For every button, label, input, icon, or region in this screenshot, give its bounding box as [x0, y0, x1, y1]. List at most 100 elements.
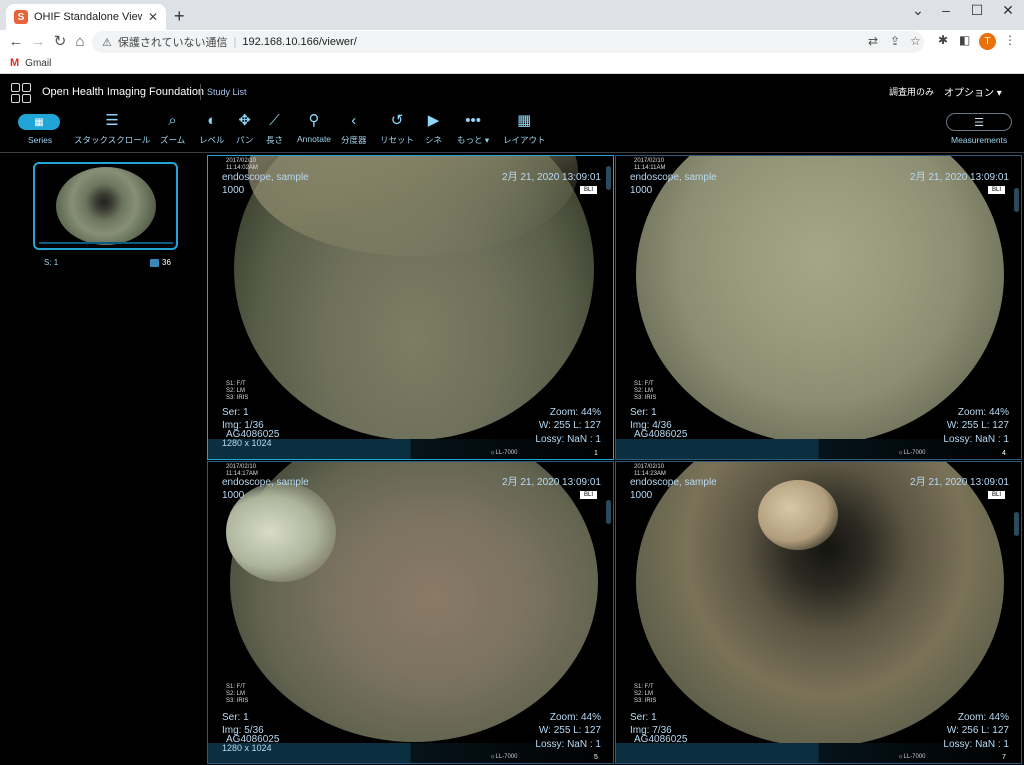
bli-badge: BLI [579, 186, 597, 194]
viewport-scrollbar[interactable] [606, 500, 611, 524]
viewport-1[interactable]: 2017/02/10 11:14:02AM endoscope, sample … [207, 155, 614, 460]
tool-label: 分度器 [341, 135, 367, 145]
series-info: Ser: 1 [630, 407, 657, 418]
forward-icon[interactable]: → [28, 32, 48, 52]
left-code-1: S1: F/T [226, 381, 246, 387]
viewport-3[interactable]: 2017/02/10 11:14:17AM endoscope, sample … [207, 461, 614, 764]
ohif-logo-icon[interactable] [11, 83, 31, 103]
series-toggle-button[interactable]: ▦ [18, 114, 60, 130]
tool-length[interactable]: ⟋ 長さ [266, 112, 283, 146]
viewer-toolbar: ▦ Series ☰ スタックスクロール ⌕ ズーム ◐ レベル ✥ パン ⟋ … [0, 107, 1024, 153]
series-label[interactable]: Series [28, 135, 52, 145]
tool-stack-scroll[interactable]: ☰ スタックスクロール [74, 112, 150, 146]
list-icon: ☰ [974, 116, 984, 129]
reset-icon: ↺ [390, 112, 404, 129]
brand-title[interactable]: Open Health Imaging Foundation [42, 86, 204, 98]
left-code-2: S2: LM [226, 388, 246, 394]
viewport-4[interactable]: 2017/02/10 11:14:23AM endoscope, sample … [615, 461, 1022, 764]
back-icon[interactable]: ← [6, 32, 26, 52]
tool-pan[interactable]: ✥ パン [236, 112, 253, 146]
study-date: 2月 21, 2020 13:09:01 [910, 172, 1009, 183]
tool-cine[interactable]: ▶ シネ [425, 112, 442, 146]
chevron-down-icon[interactable]: ⌄ [903, 2, 933, 18]
left-code-1: S1: F/T [634, 381, 654, 387]
viewport-2[interactable]: 2017/02/10 11:14:11AM endoscope, sample … [615, 155, 1022, 460]
research-only-label: 調査用のみ [889, 87, 935, 97]
tool-annotate[interactable]: ⚲ Annotate [297, 112, 331, 144]
viewport-scrollbar[interactable] [1014, 512, 1019, 536]
image-index: 5 [594, 754, 598, 761]
series-panel: S: 1 36 [0, 154, 206, 765]
header-divider [200, 84, 201, 100]
url-text[interactable]: 192.168.10.166/viewer/ [242, 36, 356, 48]
browser-menu-icon[interactable]: ⋮ [1004, 33, 1016, 47]
tool-label: Annotate [297, 134, 332, 144]
viewport-scrollbar[interactable] [606, 166, 611, 190]
tool-label: レベル [199, 135, 225, 145]
bookmark-star-icon[interactable]: ☆ [910, 34, 921, 48]
options-menu[interactable]: オプション ▾ [944, 84, 1002, 99]
home-icon[interactable]: ⌂ [70, 32, 90, 52]
tool-more[interactable]: ••• もっと ▾ [457, 112, 489, 146]
tool-label: もっと ▾ [457, 135, 490, 145]
tool-angle[interactable]: ‹ 分度器 [341, 112, 367, 146]
thumbnail-progress [39, 242, 173, 244]
patient-id: 1000 [222, 490, 245, 501]
new-tab-icon[interactable]: + [174, 7, 185, 25]
series-thumbnail[interactable] [33, 162, 178, 250]
side-panel-icon[interactable]: ◧ [959, 33, 970, 47]
address-bar[interactable]: ⚠ 保護されていない通信 | 192.168.10.166/viewer/ [92, 31, 924, 53]
lossy-info: Lossy: NaN : 1 [943, 739, 1009, 750]
bli-badge: BLI [987, 491, 1005, 499]
minimize-icon[interactable]: – [931, 2, 961, 18]
image-index: 4 [1002, 450, 1006, 457]
browser-tab[interactable]: S OHIF Standalone Viewer 4.12.30 ✕ [6, 4, 166, 30]
image-size: 1280 x 1024 [222, 743, 272, 753]
measurements-label[interactable]: Measurements [951, 135, 1007, 145]
exam-date: 2017/02/10 [226, 464, 257, 470]
gmail-icon: M [10, 57, 20, 69]
pan-icon: ✥ [238, 112, 251, 129]
left-code-1: S1: F/T [634, 684, 654, 690]
close-tab-icon[interactable]: ✕ [148, 10, 158, 24]
tool-layout[interactable]: ▦ レイアウト [503, 112, 546, 146]
exam-time: 11:14:02AM [226, 165, 258, 171]
patient-name: endoscope, sample [630, 477, 717, 488]
translate-icon[interactable]: ⇄ [868, 34, 878, 48]
ohif-favicon-icon: S [14, 10, 28, 24]
left-code-1: S1: F/T [226, 684, 246, 690]
share-icon[interactable]: ⇪ [890, 34, 900, 48]
device-label: ☼LL-7000 [898, 450, 926, 456]
bookmark-gmail[interactable]: M Gmail [10, 57, 51, 69]
tool-zoom[interactable]: ⌕ ズーム [160, 112, 185, 146]
study-list-link[interactable]: Study List [207, 87, 247, 97]
thumbnail-image [56, 167, 156, 245]
tab-title: OHIF Standalone Viewer 4.12.30 [34, 11, 142, 23]
security-label[interactable]: 保護されていない通信 [118, 34, 228, 50]
close-window-icon[interactable]: ✕ [993, 2, 1023, 18]
tool-label: レイアウト [503, 135, 546, 145]
maximize-icon[interactable]: ☐ [962, 2, 992, 18]
image-size: 1280 x 1024 [222, 438, 272, 448]
extensions-icon[interactable]: ✱ [938, 33, 948, 47]
profile-avatar[interactable]: T [979, 33, 996, 50]
series-info: Ser: 1 [630, 712, 657, 723]
browser-tabstrip: S OHIF Standalone Viewer 4.12.30 ✕ + ⌄ –… [0, 0, 1024, 30]
more-icon: ••• [465, 112, 481, 129]
tool-level[interactable]: ◐ レベル [199, 112, 225, 146]
reload-icon[interactable]: ↻ [50, 32, 70, 52]
tool-reset[interactable]: ↺ リセット [380, 112, 414, 146]
measurements-toggle-button[interactable]: ☰ [946, 113, 1012, 131]
device-label: ☼LL-7000 [490, 754, 518, 760]
stack-icon [150, 258, 159, 267]
bookmarks-bar: M Gmail [0, 54, 1024, 74]
annotate-icon: ⚲ [308, 112, 320, 129]
warning-icon: ⚠ [102, 36, 112, 49]
lossy-info: Lossy: NaN : 1 [535, 739, 601, 750]
viewport-scrollbar[interactable] [1014, 188, 1019, 212]
lossy-info: Lossy: NaN : 1 [943, 434, 1009, 445]
accession-number: AG4086025 [634, 734, 688, 745]
image-highlight [758, 480, 838, 550]
patient-name: endoscope, sample [630, 172, 717, 183]
tool-label: ズーム [160, 135, 186, 145]
